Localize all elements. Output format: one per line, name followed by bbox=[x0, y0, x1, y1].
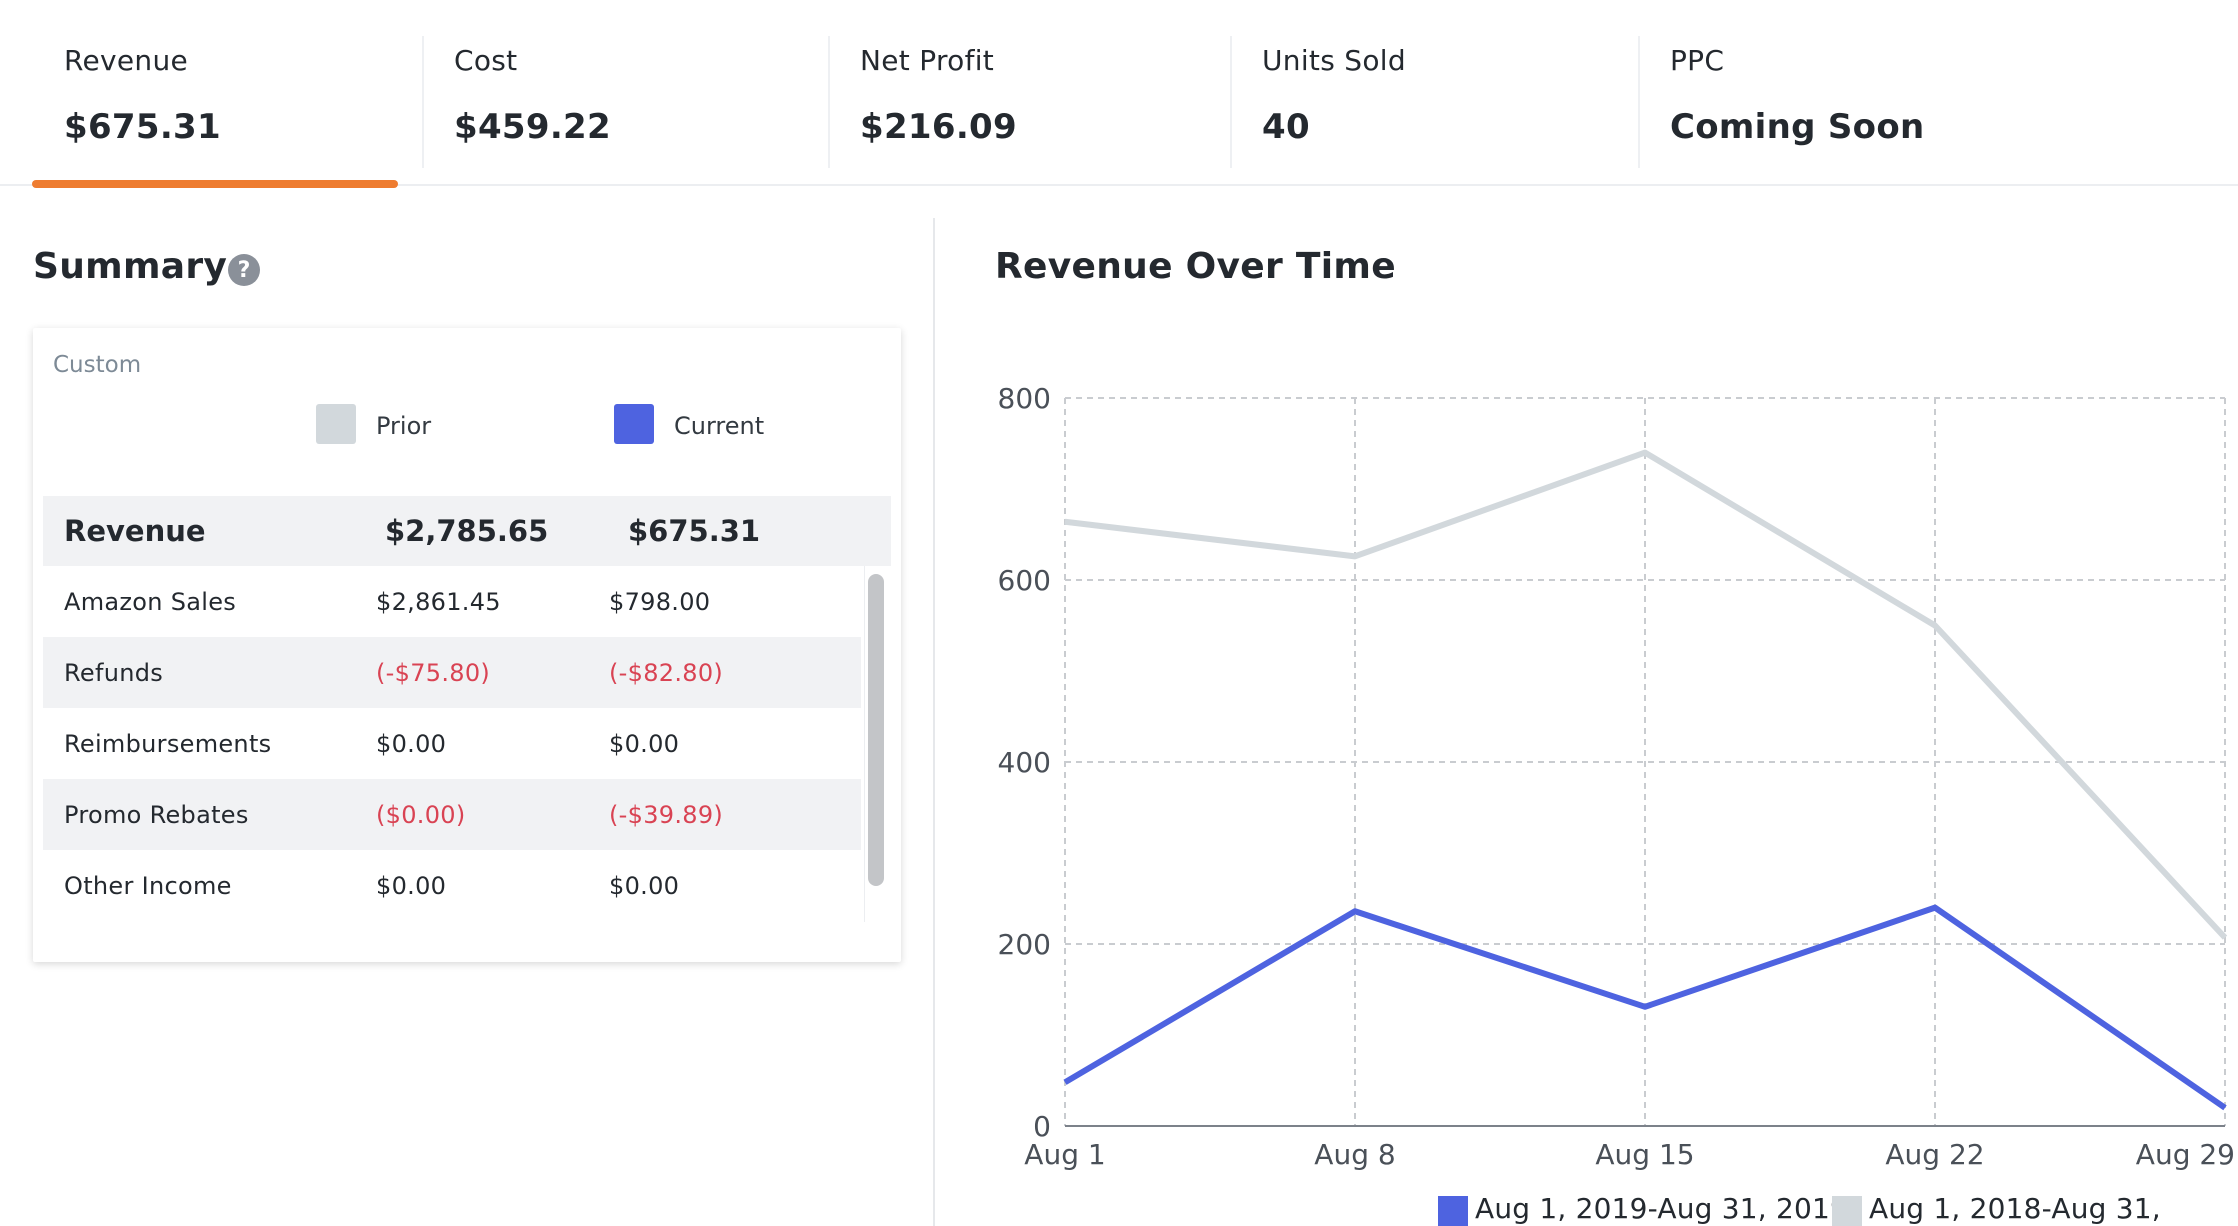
row-prior: $0.00 bbox=[376, 872, 447, 900]
legend-label-current: Aug 1, 2019-Aug 31, 2019 bbox=[1475, 1192, 1848, 1225]
current-legend-label: Current bbox=[674, 412, 765, 440]
revenue-label: Revenue bbox=[64, 514, 206, 548]
kpi-tab-units-sold[interactable]: Units Sold 40 bbox=[1230, 36, 1640, 168]
kpi-tab-cost[interactable]: Cost $459.22 bbox=[422, 36, 832, 168]
legend-swatch-prior bbox=[1832, 1196, 1862, 1226]
summary-card: Custom Prior Current Revenue $2,785.65 $… bbox=[33, 328, 901, 962]
x-tick-label: Aug 22 bbox=[1885, 1138, 1984, 1171]
x-tick-label: Aug 1 bbox=[1024, 1138, 1105, 1171]
scrollbar-thumb[interactable] bbox=[868, 574, 884, 886]
kpi-label: Net Profit bbox=[860, 44, 995, 77]
current-swatch bbox=[614, 404, 654, 444]
summary-rows[interactable]: Amazon Sales $2,861.45 $798.00 Refunds (… bbox=[43, 566, 861, 922]
row-prior: $2,861.45 bbox=[376, 588, 501, 616]
kpi-label: PPC bbox=[1670, 44, 1725, 77]
legend-swatch-current bbox=[1438, 1196, 1468, 1226]
revenue-total-row: Revenue $2,785.65 $675.31 bbox=[43, 496, 891, 566]
revenue-current: $675.31 bbox=[628, 514, 761, 548]
table-row: Other Income $0.00 $0.00 bbox=[43, 850, 861, 921]
table-row: Reimbursements $0.00 $0.00 bbox=[43, 708, 861, 779]
kpi-value: $675.31 bbox=[64, 107, 221, 147]
prior-legend-label: Prior bbox=[376, 412, 432, 440]
kpi-value: Coming Soon bbox=[1670, 107, 1925, 147]
row-current: $0.00 bbox=[609, 730, 680, 758]
kpi-tab-net-profit[interactable]: Net Profit $216.09 bbox=[828, 36, 1238, 168]
row-label: Other Income bbox=[64, 872, 232, 900]
summary-title: Summary bbox=[33, 246, 228, 287]
row-prior: ($0.00) bbox=[376, 801, 466, 829]
kpi-label: Cost bbox=[454, 44, 518, 77]
table-row: Amazon Sales $2,861.45 $798.00 bbox=[43, 566, 861, 637]
revenue-prior: $2,785.65 bbox=[385, 514, 549, 548]
row-current: $798.00 bbox=[609, 588, 711, 616]
y-tick-label: 800 bbox=[998, 382, 1051, 415]
legend-label-prior: Aug 1, 2018-Aug 31, 2018 bbox=[1869, 1192, 2161, 1226]
kpi-value: 40 bbox=[1262, 107, 1310, 147]
row-current: (-$39.89) bbox=[609, 801, 724, 829]
x-tick-label: Aug 15 bbox=[1595, 1138, 1694, 1171]
panel-divider bbox=[933, 218, 935, 1226]
kpi-label: Revenue bbox=[64, 44, 189, 77]
row-current: $0.00 bbox=[609, 872, 680, 900]
table-row: Promo Rebates ($0.00) (-$39.89) bbox=[43, 779, 861, 850]
kpi-bar: Revenue $675.31 Cost $459.22 Net Profit … bbox=[0, 0, 2238, 188]
x-tick-label: Aug 29 bbox=[2136, 1138, 2235, 1171]
kpi-label: Units Sold bbox=[1262, 44, 1406, 77]
date-range-label: Custom bbox=[53, 352, 142, 378]
kpi-tab-ppc[interactable]: PPC Coming Soon bbox=[1638, 36, 2198, 168]
row-label: Amazon Sales bbox=[64, 588, 237, 616]
kpi-value: $216.09 bbox=[860, 107, 1017, 147]
prior-swatch bbox=[316, 404, 356, 444]
row-prior: $0.00 bbox=[376, 730, 447, 758]
kpi-value: $459.22 bbox=[454, 107, 611, 147]
active-tab-indicator bbox=[32, 180, 398, 188]
row-current: (-$82.80) bbox=[609, 659, 724, 687]
y-tick-label: 600 bbox=[998, 564, 1051, 597]
question-circle-icon[interactable]: ? bbox=[228, 254, 260, 286]
row-label: Refunds bbox=[64, 659, 164, 687]
y-tick-label: 200 bbox=[998, 928, 1051, 961]
help-glyph: ? bbox=[237, 257, 251, 283]
y-tick-label: 400 bbox=[998, 746, 1051, 779]
kpi-tab-revenue[interactable]: Revenue $675.31 bbox=[32, 36, 422, 168]
row-label: Reimbursements bbox=[64, 730, 272, 758]
table-row: Refunds (-$75.80) (-$82.80) bbox=[43, 637, 861, 708]
x-tick-label: Aug 8 bbox=[1314, 1138, 1395, 1171]
row-label: Promo Rebates bbox=[64, 801, 249, 829]
revenue-over-time-chart: 0200400600800Aug 1 Aug 8 Aug 15 Aug 22 Aug 2… bbox=[998, 382, 2235, 1171]
row-prior: (-$75.80) bbox=[376, 659, 491, 687]
chart-title: Revenue Over Time bbox=[995, 246, 1396, 287]
